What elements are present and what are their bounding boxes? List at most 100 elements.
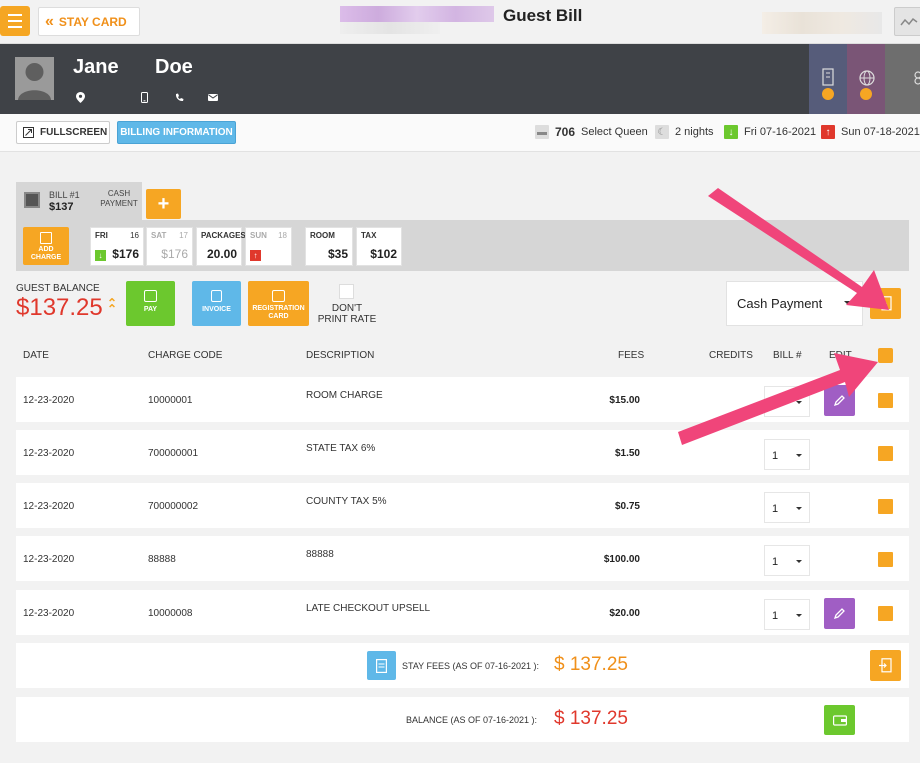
chevron-down-icon xyxy=(796,401,802,404)
row-date: 12-23-2020 xyxy=(23,448,75,459)
registration-card-label: REGISTRATION CARD xyxy=(252,305,305,320)
chevron-down-icon xyxy=(796,560,802,563)
bill-number-select[interactable]: 1 xyxy=(764,439,810,470)
room-number: 706 xyxy=(555,125,576,139)
row-charge-code: 10000001 xyxy=(148,395,193,406)
packages-amount: 20.00 xyxy=(206,247,237,261)
chevron-up-icon[interactable]: ⌃ ⌃ xyxy=(107,297,117,315)
bill-number-select[interactable]: 1 xyxy=(764,492,810,523)
pay-label: PAY xyxy=(143,306,158,313)
row-checkbox[interactable] xyxy=(878,499,893,514)
day-amount: $176 xyxy=(112,247,139,261)
guest-last-name: Doe xyxy=(155,56,193,78)
email-icon[interactable] xyxy=(208,91,218,103)
table-row[interactable]: 12-23-2020 10000008 LATE CHECKOUT UPSELL… xyxy=(16,590,909,635)
pencil-icon xyxy=(833,608,845,620)
add-charge-button[interactable]: ADD CHARGE xyxy=(23,227,69,265)
row-checkbox[interactable] xyxy=(878,446,893,461)
arrival-info: ↓ Fri 07-16-2021 xyxy=(724,125,816,139)
bill-number-select[interactable]: 1 xyxy=(764,545,810,576)
row-fee: $15.00 xyxy=(609,395,640,406)
panel-loyalty[interactable] xyxy=(809,44,847,114)
day-card-fri[interactable]: FRI 16 ↓ $176 xyxy=(90,227,144,266)
col-charge-code: CHARGE CODE xyxy=(148,350,223,361)
redacted-hotel-subtitle xyxy=(340,22,440,34)
page-title: Guest Bill xyxy=(503,6,583,25)
payment-method-value: Cash Payment xyxy=(737,296,823,311)
redacted-user-info xyxy=(762,12,882,34)
bill-number-value: 1 xyxy=(772,503,779,515)
balance-amount: $ 137.25 xyxy=(554,708,628,729)
day-card-sat[interactable]: SAT 17 $176 xyxy=(146,227,193,266)
day-number: 17 xyxy=(179,231,188,240)
day-amount: $176 xyxy=(161,247,188,261)
chevron-down-icon xyxy=(796,454,802,457)
moon-icon: ☾ xyxy=(655,125,669,139)
move-charges-button[interactable] xyxy=(870,650,901,681)
col-bill-number: BILL # xyxy=(773,350,802,361)
day-number: 16 xyxy=(130,231,139,240)
activity-chart-button[interactable] xyxy=(894,7,920,36)
select-all-checkbox[interactable] xyxy=(878,348,893,363)
row-checkbox[interactable] xyxy=(878,606,893,621)
billing-information-button[interactable]: BILLING INFORMATION xyxy=(117,121,236,144)
registration-card-button[interactable]: REGISTRATION CARD xyxy=(248,281,309,326)
row-fee: $0.75 xyxy=(614,501,640,512)
bill-number-select[interactable]: 1 xyxy=(764,386,810,417)
print-icon xyxy=(272,290,285,302)
guest-balance-label: GUEST BALANCE xyxy=(16,283,100,294)
arrival-arrow-icon: ↓ xyxy=(724,125,738,139)
move-charges-button[interactable] xyxy=(870,288,901,319)
bill-number-select[interactable]: 1 xyxy=(764,599,810,630)
add-bill-button[interactable]: + xyxy=(146,189,181,219)
packages-card[interactable]: PACKAGES 20.00 xyxy=(196,227,246,266)
wallet-icon xyxy=(832,714,847,726)
menu-icon[interactable] xyxy=(0,6,30,36)
mobile-phone-icon[interactable] xyxy=(139,91,149,103)
edit-button[interactable] xyxy=(824,598,855,629)
row-description: ROOM CHARGE xyxy=(306,390,383,401)
bed-icon: ▬ xyxy=(535,125,549,139)
invoice-button[interactable]: INVOICE xyxy=(192,281,241,326)
col-description: DESCRIPTION xyxy=(306,350,375,361)
wallet-icon xyxy=(144,290,157,302)
globe-icon xyxy=(859,70,875,86)
row-charge-code: 700000001 xyxy=(148,448,199,459)
bill-number-value: 1 xyxy=(772,610,779,622)
invoice-icon[interactable] xyxy=(367,651,396,680)
info-toolbar: FULLSCREEN BILLING INFORMATION ▬ 706 Sel… xyxy=(0,114,920,152)
row-checkbox[interactable] xyxy=(878,552,893,567)
building-icon xyxy=(822,68,834,86)
stay-card-label: STAY CARD xyxy=(58,14,127,29)
location-icon[interactable] xyxy=(75,91,85,103)
stay-card-button[interactable]: « STAY CARD xyxy=(38,7,140,36)
panel-link[interactable] xyxy=(885,44,920,114)
fullscreen-button[interactable]: FULLSCREEN xyxy=(16,121,110,144)
day-card-sun[interactable]: SUN 18 ↑ xyxy=(245,227,292,266)
bill-tab[interactable]: BILL #1 $137 CASH PAYMENT xyxy=(16,182,142,220)
table-row[interactable]: 12-23-2020 700000001 STATE TAX 6% $1.50 … xyxy=(16,430,909,475)
chevron-down-icon xyxy=(796,614,802,617)
row-fee: $1.50 xyxy=(614,448,640,459)
col-date: DATE xyxy=(23,350,49,361)
departure-date: Sun 07-18-2021 xyxy=(841,126,920,138)
guest-first-name: Jane xyxy=(73,56,119,78)
row-date: 12-23-2020 xyxy=(23,501,75,512)
payment-method-select[interactable]: Cash Payment xyxy=(726,281,863,326)
pay-button[interactable]: PAY xyxy=(126,281,175,326)
panel-web[interactable] xyxy=(847,44,885,114)
stay-fees-row: STAY FEES (AS OF 07-16-2021 ): $ 137.25 xyxy=(16,643,909,688)
row-checkbox[interactable] xyxy=(878,393,893,408)
edit-button[interactable] xyxy=(824,385,855,416)
table-row[interactable]: 12-23-2020 700000002 COUNTY TAX 5% $0.75… xyxy=(16,483,909,528)
dont-print-rate-checkbox[interactable] xyxy=(339,284,354,299)
departure-arrow-icon: ↑ xyxy=(821,125,835,139)
pay-balance-button[interactable] xyxy=(824,705,855,735)
phone-icon[interactable] xyxy=(174,91,184,103)
arrival-arrow-icon: ↓ xyxy=(95,250,106,261)
table-row[interactable]: 12-23-2020 10000001 ROOM CHARGE $15.00 1 xyxy=(16,377,909,422)
row-fee: $20.00 xyxy=(609,608,640,619)
add-charge-label: ADD CHARGE xyxy=(30,246,62,261)
search-icon xyxy=(860,88,872,100)
table-row[interactable]: 12-23-2020 88888 88888 $100.00 1 xyxy=(16,536,909,581)
